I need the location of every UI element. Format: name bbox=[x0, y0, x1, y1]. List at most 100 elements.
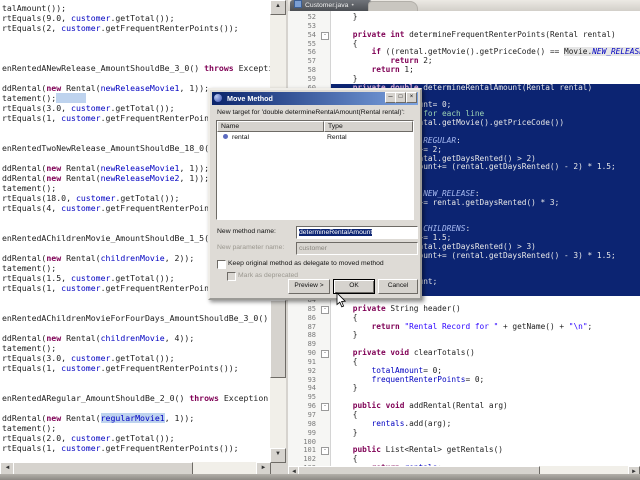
parameter-name-value: customer bbox=[299, 245, 327, 252]
method-name-input[interactable]: determineRentalAmount bbox=[296, 226, 418, 239]
fold-marker[interactable] bbox=[320, 411, 330, 420]
code-line[interactable] bbox=[2, 403, 270, 413]
fold-marker[interactable] bbox=[320, 376, 330, 385]
code-line[interactable]: private String header() bbox=[331, 304, 640, 314]
code-line[interactable]: rtEquals(3.0, customer.getTotal()); bbox=[2, 353, 270, 363]
tab-label: Customer.java bbox=[305, 2, 349, 9]
line-number: 93 bbox=[307, 375, 316, 384]
fold-marker[interactable] bbox=[320, 393, 330, 402]
code-line[interactable]: enRentedANewRelease_AmountShouldBe_3_0()… bbox=[2, 63, 270, 73]
code-line[interactable] bbox=[2, 303, 270, 313]
fold-marker[interactable] bbox=[320, 358, 330, 367]
new-target-label: New target for 'double determineRentalAm… bbox=[217, 109, 405, 116]
code-line[interactable]: rtEquals(9.0, customer.getTotal()); bbox=[2, 13, 270, 23]
keep-original-checkbox[interactable] bbox=[217, 260, 226, 269]
scroll-up-icon[interactable]: ▲ bbox=[270, 0, 286, 15]
code-line[interactable]: } bbox=[331, 384, 640, 393]
fold-marker[interactable] bbox=[320, 367, 330, 376]
code-line[interactable] bbox=[2, 373, 270, 383]
code-line[interactable] bbox=[2, 33, 270, 43]
code-line[interactable]: rtEquals(2, customer.getFrequentRenterPo… bbox=[2, 23, 270, 33]
code-line[interactable]: rentals.add(arg); bbox=[331, 419, 640, 429]
fold-marker[interactable]: - bbox=[320, 402, 330, 412]
code-line[interactable]: rtEquals(2.0, customer.getTotal()); bbox=[2, 433, 270, 443]
code-line[interactable]: tatement(); bbox=[2, 423, 270, 433]
code-line[interactable]: public List<Rental> getRentals() bbox=[331, 445, 640, 455]
line-number: 57 bbox=[307, 57, 316, 66]
fold-marker[interactable] bbox=[320, 331, 330, 340]
code-line[interactable]: } bbox=[331, 330, 640, 340]
line-number: 55 bbox=[307, 39, 316, 48]
code-line[interactable]: talAmount()); bbox=[2, 3, 270, 13]
fold-marker[interactable] bbox=[320, 340, 330, 349]
fold-marker[interactable] bbox=[320, 384, 330, 393]
code-line[interactable] bbox=[2, 323, 270, 333]
fold-marker[interactable] bbox=[320, 314, 330, 323]
code-line[interactable]: public void addRental(Rental arg) bbox=[331, 401, 640, 411]
maximize-icon[interactable]: □ bbox=[395, 92, 406, 103]
line-number: 88 bbox=[307, 331, 316, 340]
eclipse-dialog-icon bbox=[214, 94, 222, 102]
tab-customer-java[interactable]: Customer.java • bbox=[290, 0, 372, 11]
column-header-name[interactable]: Name bbox=[217, 121, 324, 132]
line-number: 96 bbox=[307, 402, 316, 411]
line-number: 91 bbox=[307, 357, 316, 366]
parameter-name-label: New parameter name: bbox=[217, 244, 285, 251]
code-line[interactable]: frequentRenterPoints= 0; bbox=[331, 375, 640, 385]
tab-close-icon[interactable]: • bbox=[351, 2, 353, 9]
line-number: 98 bbox=[307, 419, 316, 428]
line-number: 97 bbox=[307, 410, 316, 419]
code-line[interactable] bbox=[2, 383, 270, 393]
fold-marker[interactable] bbox=[320, 420, 330, 429]
fold-marker[interactable] bbox=[320, 13, 330, 22]
fold-marker[interactable] bbox=[320, 75, 330, 84]
fold-marker[interactable]: - bbox=[320, 305, 330, 314]
fold-marker[interactable]: - bbox=[320, 349, 330, 359]
code-line[interactable]: return "Rental Record for " + getName() … bbox=[331, 322, 640, 332]
fold-marker[interactable] bbox=[320, 323, 330, 332]
code-line[interactable]: ddRental(new Rental(regularMovie1, 1)); bbox=[2, 413, 270, 423]
table-row[interactable]: rental Rental bbox=[217, 132, 413, 143]
fold-marker[interactable] bbox=[320, 455, 330, 464]
code-line[interactable]: tatement(); bbox=[2, 343, 270, 353]
code-line[interactable] bbox=[2, 53, 270, 63]
left-vscroll-thumb[interactable] bbox=[270, 300, 286, 378]
code-line[interactable]: return 1; bbox=[331, 65, 640, 75]
fold-marker[interactable] bbox=[320, 22, 330, 31]
target-table[interactable]: Name Type rental Rental bbox=[216, 120, 414, 220]
code-line[interactable]: rtEquals(1, customer.getFrequentRenterPo… bbox=[2, 443, 270, 453]
code-line[interactable]: enRentedARegular_AmountShouldBe_2_0() th… bbox=[2, 393, 270, 403]
fold-marker[interactable] bbox=[320, 57, 330, 66]
line-number: 86 bbox=[307, 313, 316, 322]
editor-tab-bar: Customer.java • bbox=[288, 0, 640, 12]
code-line[interactable]: private int determineFrequentRenterPoint… bbox=[331, 30, 640, 40]
code-line[interactable] bbox=[2, 73, 270, 83]
line-number: 99 bbox=[307, 428, 316, 437]
target-type: Rental bbox=[327, 134, 347, 141]
code-line[interactable] bbox=[2, 43, 270, 53]
cancel-button[interactable]: Cancel bbox=[378, 279, 418, 294]
fold-marker[interactable]: - bbox=[320, 446, 330, 456]
scroll-down-icon[interactable]: ▼ bbox=[270, 448, 286, 463]
line-number: 52 bbox=[307, 13, 316, 21]
fold-marker[interactable]: - bbox=[320, 31, 330, 40]
code-line[interactable]: } bbox=[331, 428, 640, 438]
fold-marker[interactable] bbox=[320, 48, 330, 57]
fold-marker[interactable] bbox=[320, 66, 330, 75]
mouse-cursor bbox=[336, 292, 347, 313]
fold-marker[interactable] bbox=[320, 40, 330, 49]
code-line[interactable]: rtEquals(1, customer.getFrequentRenterPo… bbox=[2, 363, 270, 373]
code-line[interactable]: ddRental(new Rental(childrenMovie, 4)); bbox=[2, 333, 270, 343]
column-header-type[interactable]: Type bbox=[324, 121, 413, 132]
line-number: 92 bbox=[307, 366, 316, 375]
line-number: 87 bbox=[307, 322, 316, 331]
preview-button[interactable]: Preview > bbox=[288, 279, 330, 294]
close-icon[interactable]: × bbox=[406, 92, 417, 103]
parameter-icon bbox=[223, 134, 228, 139]
code-line[interactable]: enRentedAChildrenMovieForFourDays_Amount… bbox=[2, 313, 270, 323]
method-name-label: New method name: bbox=[217, 228, 276, 235]
code-line[interactable]: private void clearTotals() bbox=[331, 348, 640, 358]
code-line[interactable]: } bbox=[331, 12, 640, 22]
fold-marker[interactable] bbox=[320, 429, 330, 438]
fold-marker[interactable] bbox=[320, 438, 330, 447]
